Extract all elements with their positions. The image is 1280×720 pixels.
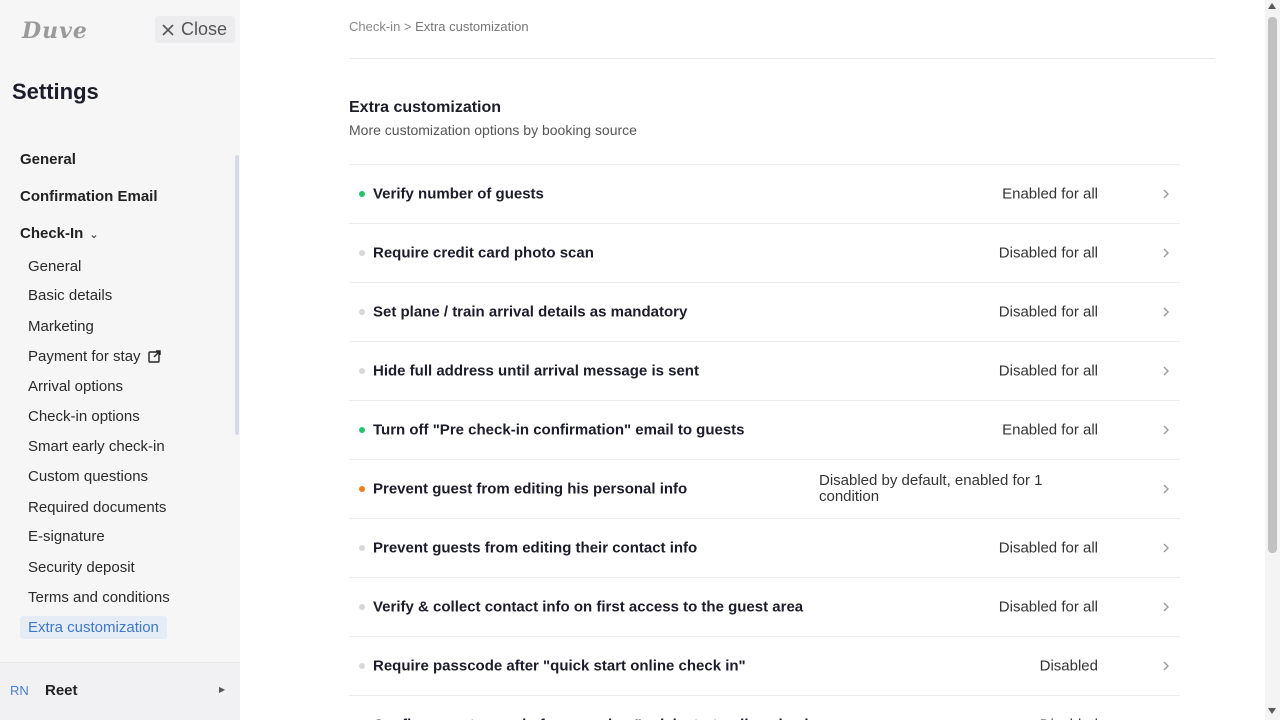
sidebar-scrollbar[interactable] xyxy=(235,155,239,435)
setting-status: Disabled for all xyxy=(998,303,1098,321)
nav-item-check-in-label: Check-In xyxy=(20,225,84,242)
status-dot xyxy=(359,663,365,669)
breadcrumb-current: Extra customization xyxy=(415,19,529,34)
setting-status: Disabled xyxy=(1039,657,1098,675)
setting-row[interactable]: Verify number of guests Enabled for all xyxy=(349,164,1180,223)
setting-label: Require passcode after "quick start onli… xyxy=(373,657,746,675)
page-scrollbar[interactable] xyxy=(1265,0,1280,720)
header-divider xyxy=(349,58,1215,59)
setting-row[interactable]: Hide full address until arrival message … xyxy=(349,341,1180,400)
checkin-item-general[interactable]: General xyxy=(28,258,81,275)
setting-row[interactable]: Confirm guest name before opening "quick… xyxy=(349,695,1180,720)
checkin-item-basic-details[interactable]: Basic details xyxy=(28,287,112,304)
status-dot xyxy=(359,604,365,610)
checkin-item-check-in-options[interactable]: Check-in options xyxy=(28,408,140,425)
close-label: Close xyxy=(181,19,228,39)
checkin-item-marketing[interactable]: Marketing xyxy=(28,318,94,335)
status-dot xyxy=(359,486,365,492)
checkin-item-security-deposit[interactable]: Security deposit xyxy=(28,559,135,576)
setting-label: Require credit card photo scan xyxy=(373,244,594,262)
section-subtitle: More customization options by booking so… xyxy=(349,122,637,138)
setting-label: Prevent guest from editing his personal … xyxy=(373,480,688,498)
checkin-item-extra-customization[interactable]: Extra customization xyxy=(20,616,167,639)
settings-sidebar: Duve Close Settings General Confirmation… xyxy=(0,0,240,720)
setting-row[interactable]: Set plane / train arrival details as man… xyxy=(349,282,1180,341)
chevron-right-icon xyxy=(1163,425,1169,435)
external-link-icon xyxy=(147,350,161,363)
checkin-item-smart-early-check-in[interactable]: Smart early check-in xyxy=(28,438,165,455)
setting-status: Disabled xyxy=(1040,717,1098,720)
duve-logo: Duve xyxy=(22,18,88,44)
setting-row[interactable]: Verify & collect contact info on first a… xyxy=(349,577,1180,636)
section-title: Extra customization xyxy=(349,99,502,116)
close-icon xyxy=(162,23,174,36)
setting-row[interactable]: Prevent guests from editing their contac… xyxy=(349,518,1180,577)
status-dot xyxy=(359,368,365,374)
caret-right-icon: ▶ xyxy=(219,685,226,694)
status-dot xyxy=(359,191,365,197)
scroll-down-arrow-icon[interactable] xyxy=(1268,708,1276,714)
setting-label: Prevent guests from editing their contac… xyxy=(373,539,698,557)
settings-title: Settings xyxy=(12,79,99,104)
setting-status: Enabled for all xyxy=(1002,185,1098,203)
breadcrumb-parent[interactable]: Check-in xyxy=(349,19,400,34)
checkin-item-payment-for-stay[interactable]: Payment for stay xyxy=(28,348,161,365)
status-dot xyxy=(359,309,365,315)
chevron-right-icon xyxy=(1163,543,1169,553)
chevron-right-icon xyxy=(1163,484,1169,494)
scroll-up-arrow-icon[interactable] xyxy=(1268,3,1276,9)
breadcrumb: Check-in > Extra customization xyxy=(349,19,529,34)
setting-label: Hide full address until arrival message … xyxy=(373,362,699,380)
chevron-right-icon xyxy=(1163,602,1169,612)
close-button[interactable]: Close xyxy=(155,16,236,43)
chevron-right-icon xyxy=(1163,307,1169,317)
chevron-right-icon xyxy=(1163,248,1169,258)
checkin-item-terms-and-conditions[interactable]: Terms and conditions xyxy=(28,589,170,606)
user-menu[interactable]: RN Reet ▶ xyxy=(0,662,240,720)
setting-row[interactable]: Prevent guest from editing his personal … xyxy=(349,459,1180,518)
setting-label: Set plane / train arrival details as man… xyxy=(373,303,688,321)
chevron-right-icon xyxy=(1163,189,1169,199)
setting-row[interactable]: Require credit card photo scan Disabled f… xyxy=(349,223,1180,282)
checkin-item-arrival-options[interactable]: Arrival options xyxy=(28,378,123,395)
chevron-right-icon xyxy=(1163,661,1169,671)
setting-row[interactable]: Require passcode after "quick start onli… xyxy=(349,636,1180,695)
setting-status: Disabled for all xyxy=(998,362,1098,380)
setting-label: Turn off "Pre check-in confirmation" ema… xyxy=(373,421,745,439)
setting-row[interactable]: Turn off "Pre check-in confirmation" ema… xyxy=(349,400,1180,459)
status-dot xyxy=(359,250,365,256)
settings-list: Verify number of guests Enabled for all Re… xyxy=(349,164,1180,720)
nav-item-check-in[interactable]: Check-In ⌄ xyxy=(20,225,99,242)
checkin-item-required-documents[interactable]: Required documents xyxy=(28,499,166,516)
status-dot xyxy=(359,427,365,433)
chevron-right-icon xyxy=(1163,366,1169,376)
nav-item-confirmation-email[interactable]: Confirmation Email xyxy=(20,188,158,205)
status-dot xyxy=(359,545,365,551)
setting-label: Verify number of guests xyxy=(373,185,544,203)
setting-status: Enabled for all xyxy=(1002,421,1098,439)
setting-status: Disabled by default, enabled for 1 condi… xyxy=(819,472,1043,505)
setting-label: Confirm guest name before opening "quick… xyxy=(373,717,818,720)
setting-label: Verify & collect contact info on first a… xyxy=(373,598,804,616)
user-initials: RN xyxy=(10,683,29,698)
checkin-item-e-signature[interactable]: E-signature xyxy=(28,528,105,545)
checkin-item-payment-label: Payment for stay xyxy=(28,348,141,365)
breadcrumb-separator: > xyxy=(403,19,412,34)
setting-status: Disabled for all xyxy=(998,244,1098,262)
user-name: Reet xyxy=(45,682,78,699)
setting-status: Disabled for all xyxy=(998,539,1098,557)
nav-item-general[interactable]: General xyxy=(20,151,76,168)
checkin-item-custom-questions[interactable]: Custom questions xyxy=(28,468,148,485)
chevron-down-icon: ⌄ xyxy=(89,229,99,241)
setting-status: Disabled for all xyxy=(998,598,1098,616)
scrollbar-thumb[interactable] xyxy=(1268,17,1277,553)
